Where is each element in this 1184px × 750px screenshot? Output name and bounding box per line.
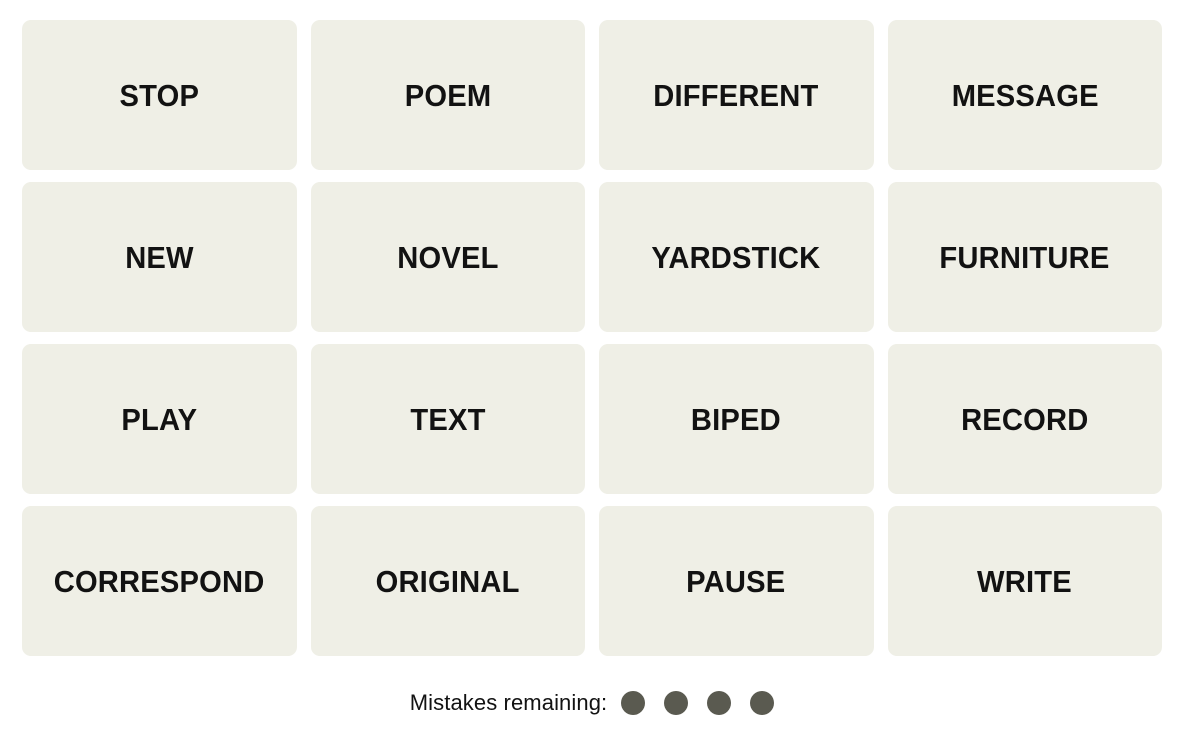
mistake-dot [621,691,646,715]
word-tile-label: YARDSTICK [651,239,821,275]
word-tile[interactable]: YARDSTICK [599,182,874,332]
word-tile-label: MESSAGE [951,77,1099,113]
mistake-dot [664,691,689,715]
mistakes-remaining-label: Mistakes remaining: [409,690,608,715]
word-tile-label: WRITE [977,563,1073,599]
word-tile[interactable]: FURNITURE [887,182,1162,332]
word-tile[interactable]: PAUSE [599,506,874,656]
word-tile-label: POEM [404,77,492,113]
word-tile[interactable]: PLAY [22,344,297,494]
word-tile[interactable]: POEM [310,20,585,170]
word-tile-label: CORRESPOND [53,563,265,599]
word-tile[interactable]: CORRESPOND [22,506,297,656]
mistakes-remaining-bar: Mistakes remaining: [0,690,1184,716]
word-tile-label: DIFFERENT [653,77,819,113]
word-tile-label: NEW [124,239,194,275]
word-tile-label: STOP [119,77,200,113]
word-grid: STOP POEM DIFFERENT MESSAGE NEW NOVEL YA… [22,20,1162,656]
word-tile-label: FURNITURE [939,239,1110,275]
word-tile[interactable]: NEW [22,182,297,332]
word-tile[interactable]: DIFFERENT [599,20,874,170]
mistakes-dot-group [621,691,775,715]
mistake-dot [750,691,775,715]
word-tile[interactable]: NOVEL [310,182,585,332]
word-tile-label: PLAY [121,401,198,437]
word-tile[interactable]: STOP [22,20,297,170]
word-tile-label: TEXT [410,401,486,437]
connections-game: STOP POEM DIFFERENT MESSAGE NEW NOVEL YA… [0,0,1184,750]
word-tile-label: RECORD [961,401,1089,437]
word-tile[interactable]: ORIGINAL [310,506,585,656]
word-tile[interactable]: WRITE [887,506,1162,656]
word-tile[interactable]: MESSAGE [887,20,1162,170]
mistake-dot [707,691,732,715]
word-tile-label: ORIGINAL [375,563,520,599]
word-tile[interactable]: RECORD [887,344,1162,494]
word-tile-label: PAUSE [686,563,786,599]
word-tile[interactable]: TEXT [310,344,585,494]
word-tile-label: BIPED [691,401,782,437]
word-tile-label: NOVEL [397,239,499,275]
word-tile[interactable]: BIPED [599,344,874,494]
